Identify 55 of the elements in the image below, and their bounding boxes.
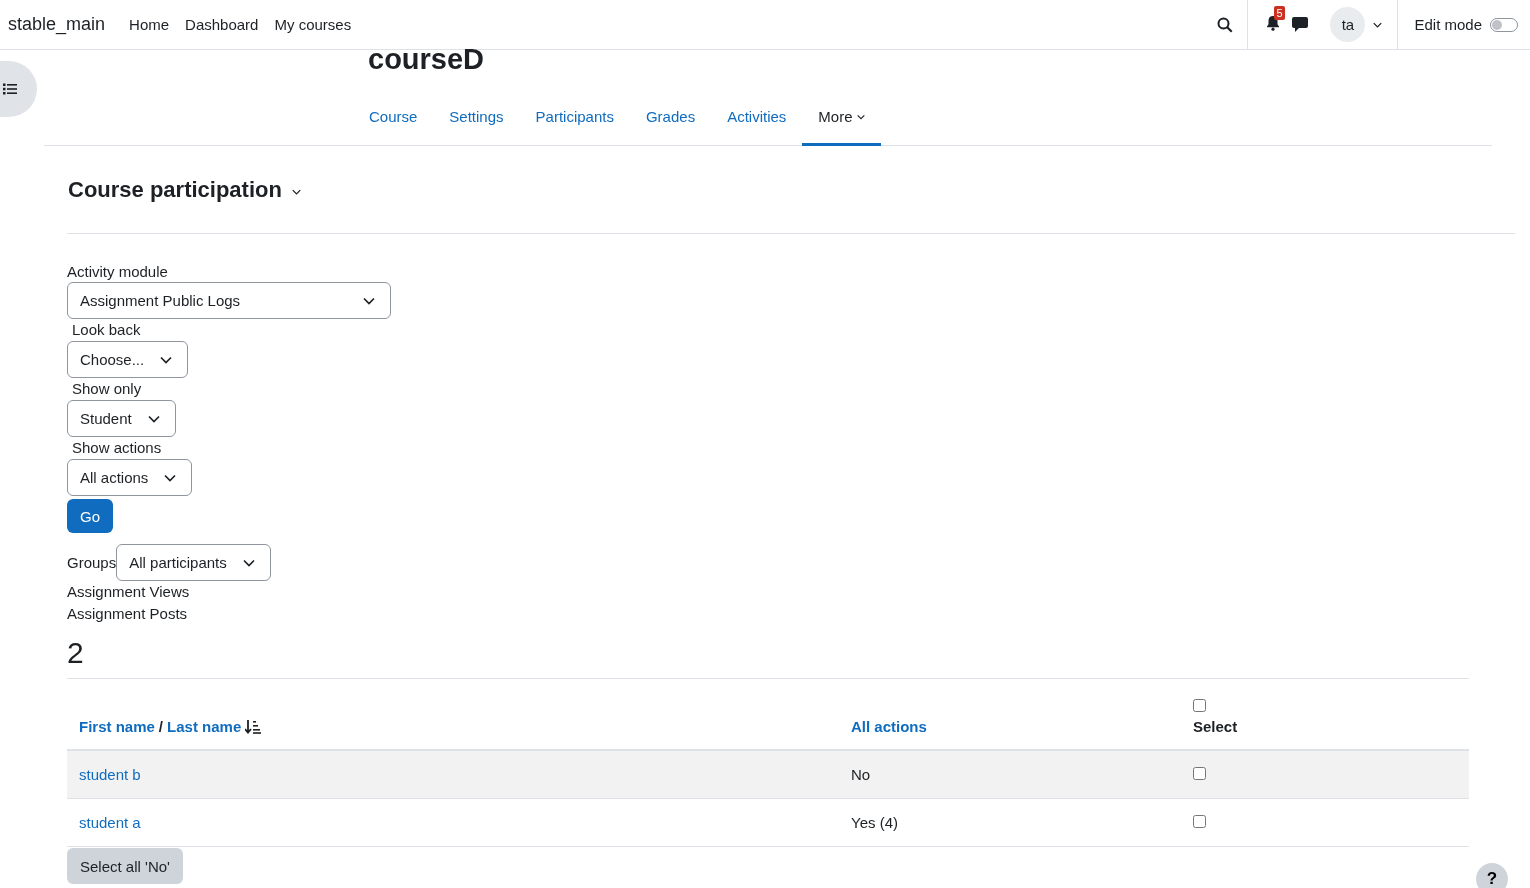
page-heading: Course participation [68,176,282,203]
course-tab[interactable]: Course [353,90,434,146]
field-label: Groups [67,554,117,571]
notification-badge: 5 [1274,6,1285,20]
field-label: Show only [72,379,142,399]
table-cell-text: Yes (4) [850,814,899,831]
chat-bubble-icon[interactable] [1292,17,1309,32]
go-button[interactable]: Go [67,499,113,533]
sort-icon [245,719,262,734]
field-label: Look back [72,320,141,340]
select-all-button[interactable]: Select all 'No' [67,848,183,884]
chevron-icon [147,414,160,423]
table-cell-text: No [850,766,872,783]
course-tab[interactable]: Settings [433,90,520,146]
nav-link[interactable]: Home [129,16,170,33]
column-header: Select [1193,718,1238,735]
column-header-link[interactable]: Last name [167,718,242,735]
user-avatar[interactable]: ta [1330,7,1366,42]
course-tab[interactable]: Activities [711,90,803,146]
chevron-icon [242,558,255,567]
course-tab[interactable]: More [802,90,881,146]
caret-icon [856,113,865,120]
row-checkbox[interactable] [1193,767,1206,780]
nav-link[interactable]: My courses [274,16,352,33]
heading-caret-icon[interactable] [291,189,301,195]
select-field[interactable]: All actions [67,459,193,496]
list-icon [3,83,17,95]
course-tab[interactable]: Participants [519,90,630,146]
field-label: Activity module [67,262,168,282]
chevron-icon [160,355,173,364]
summary-text: Assignment Views [67,582,190,602]
column-header-link[interactable]: First name [79,718,155,735]
select-field[interactable]: Student [67,400,176,437]
help-button[interactable]: ? [1476,863,1508,888]
search-icon[interactable] [1217,16,1234,33]
nav-link[interactable]: Dashboard [185,16,259,33]
chevron-icon [363,296,375,305]
student-name-link[interactable]: student a [79,814,141,831]
caret-icon[interactable] [1373,20,1383,29]
summary-text: Assignment Posts [67,604,188,624]
select-field[interactable]: Choose... [67,341,189,378]
select-all-checkbox[interactable] [1193,699,1206,712]
row-checkbox[interactable] [1193,815,1206,828]
separator-text: / [158,718,164,735]
count-text: 2 [67,636,84,670]
column-header-link[interactable]: All actions [851,718,927,735]
student-name-link[interactable]: student b [79,766,141,783]
course-tab[interactable]: Grades [629,90,712,146]
chevron-icon [164,473,177,482]
course-title: courseD [368,42,485,76]
select-field[interactable]: Assignment Public Logs [67,282,391,319]
site-name[interactable]: stable_main [8,14,106,35]
field-label: Show actions [72,438,162,458]
select-field[interactable]: All participants [116,544,271,581]
edit-mode-label: Edit mode [1414,16,1482,33]
